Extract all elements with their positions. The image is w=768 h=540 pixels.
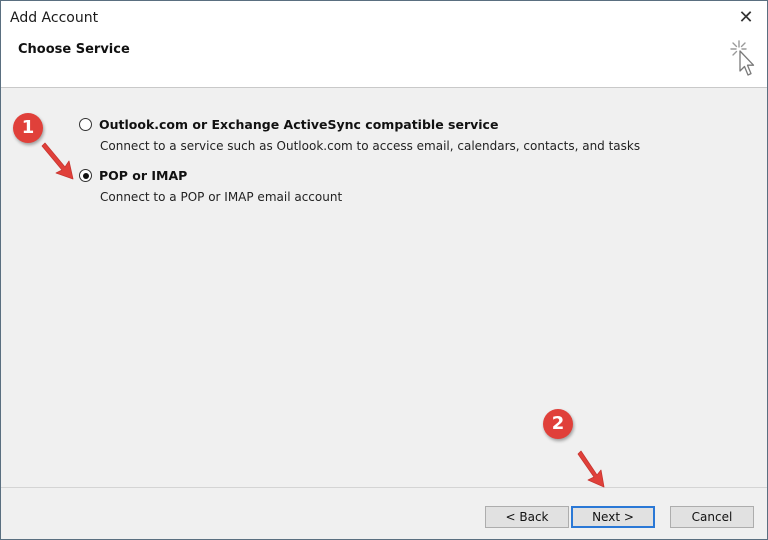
- option-description: Connect to a POP or IMAP email account: [100, 190, 343, 204]
- option-label[interactable]: Outlook.com or Exchange ActiveSync compa…: [99, 117, 498, 132]
- radio-outlook-exchange[interactable]: [79, 118, 92, 131]
- option-label[interactable]: POP or IMAP: [99, 168, 187, 183]
- window-title: Add Account: [10, 10, 99, 26]
- back-button[interactable]: < Back: [485, 506, 569, 528]
- sparkle-cursor-icon: [730, 40, 755, 76]
- page-title: Choose Service: [18, 42, 130, 57]
- dialog-footer: < Back Next > Cancel: [1, 487, 767, 539]
- add-account-dialog: Add Account ✕ Choose Service Outlook.com…: [0, 0, 768, 540]
- step-1-badge: 1: [13, 113, 43, 143]
- dialog-header: Add Account ✕ Choose Service: [1, 1, 767, 88]
- close-icon[interactable]: ✕: [735, 7, 757, 29]
- step-2-badge: 2: [543, 409, 573, 439]
- service-options: Outlook.com or Exchange ActiveSync compa…: [1, 88, 767, 486]
- cancel-button[interactable]: Cancel: [670, 506, 754, 528]
- next-button[interactable]: Next >: [571, 506, 655, 528]
- radio-pop-imap[interactable]: [79, 169, 92, 182]
- option-description: Connect to a service such as Outlook.com…: [100, 139, 641, 153]
